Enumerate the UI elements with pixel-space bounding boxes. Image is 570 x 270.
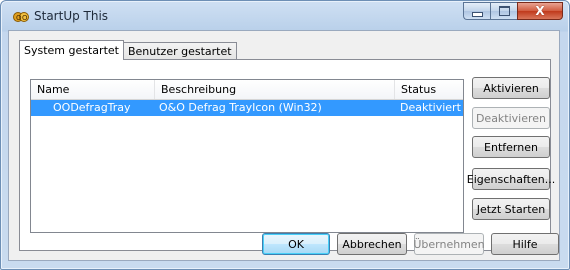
list-row-selected[interactable]: OODefragTray O&O Defrag TrayIcon (Win32)…: [31, 100, 463, 116]
row-name: OODefragTray: [53, 101, 131, 114]
column-header-name[interactable]: Name: [31, 80, 155, 99]
row-status: Deaktiviert: [400, 101, 461, 114]
minimize-button[interactable]: [463, 2, 490, 20]
ok-button[interactable]: OK: [262, 233, 330, 255]
remove-button[interactable]: Entfernen: [472, 136, 550, 158]
row-description: O&O Defrag TrayIcon (Win32): [159, 101, 322, 114]
maximize-icon: [498, 6, 510, 16]
close-icon: X: [535, 4, 545, 18]
column-header-description[interactable]: Beschreibung: [155, 80, 395, 99]
caption-buttons: X: [463, 2, 563, 21]
deactivate-button[interactable]: Deaktivieren: [472, 107, 550, 129]
column-header-status[interactable]: Status: [395, 80, 463, 99]
tab-system-started[interactable]: System gestartet: [19, 40, 124, 60]
apply-button[interactable]: Übernehmen: [413, 233, 485, 255]
dialog-client-area: System gestartet Benutzer gestartet Name…: [8, 30, 560, 261]
properties-button[interactable]: Eigenschaften...: [467, 168, 555, 190]
tab-strip: System gestartet Benutzer gestartet: [19, 40, 237, 60]
cancel-button[interactable]: Abbrechen: [337, 233, 407, 255]
minimize-icon: [471, 11, 483, 17]
startup-list[interactable]: Name Beschreibung Status OODefragTray O&…: [30, 79, 464, 233]
maximize-button[interactable]: [490, 2, 517, 20]
app-icon: O O: [13, 12, 29, 22]
tab-user-started[interactable]: Benutzer gestartet: [122, 42, 237, 60]
svg-text:O: O: [22, 14, 28, 22]
help-button[interactable]: Hilfe: [491, 233, 559, 255]
start-now-button[interactable]: Jetzt Starten: [472, 198, 550, 220]
window-title: StartUp This: [34, 9, 109, 23]
title-bar[interactable]: O O StartUp This X: [1, 1, 569, 31]
activate-button[interactable]: Aktivieren: [472, 77, 550, 99]
close-button[interactable]: X: [517, 2, 563, 20]
list-header: Name Beschreibung Status: [31, 80, 463, 100]
